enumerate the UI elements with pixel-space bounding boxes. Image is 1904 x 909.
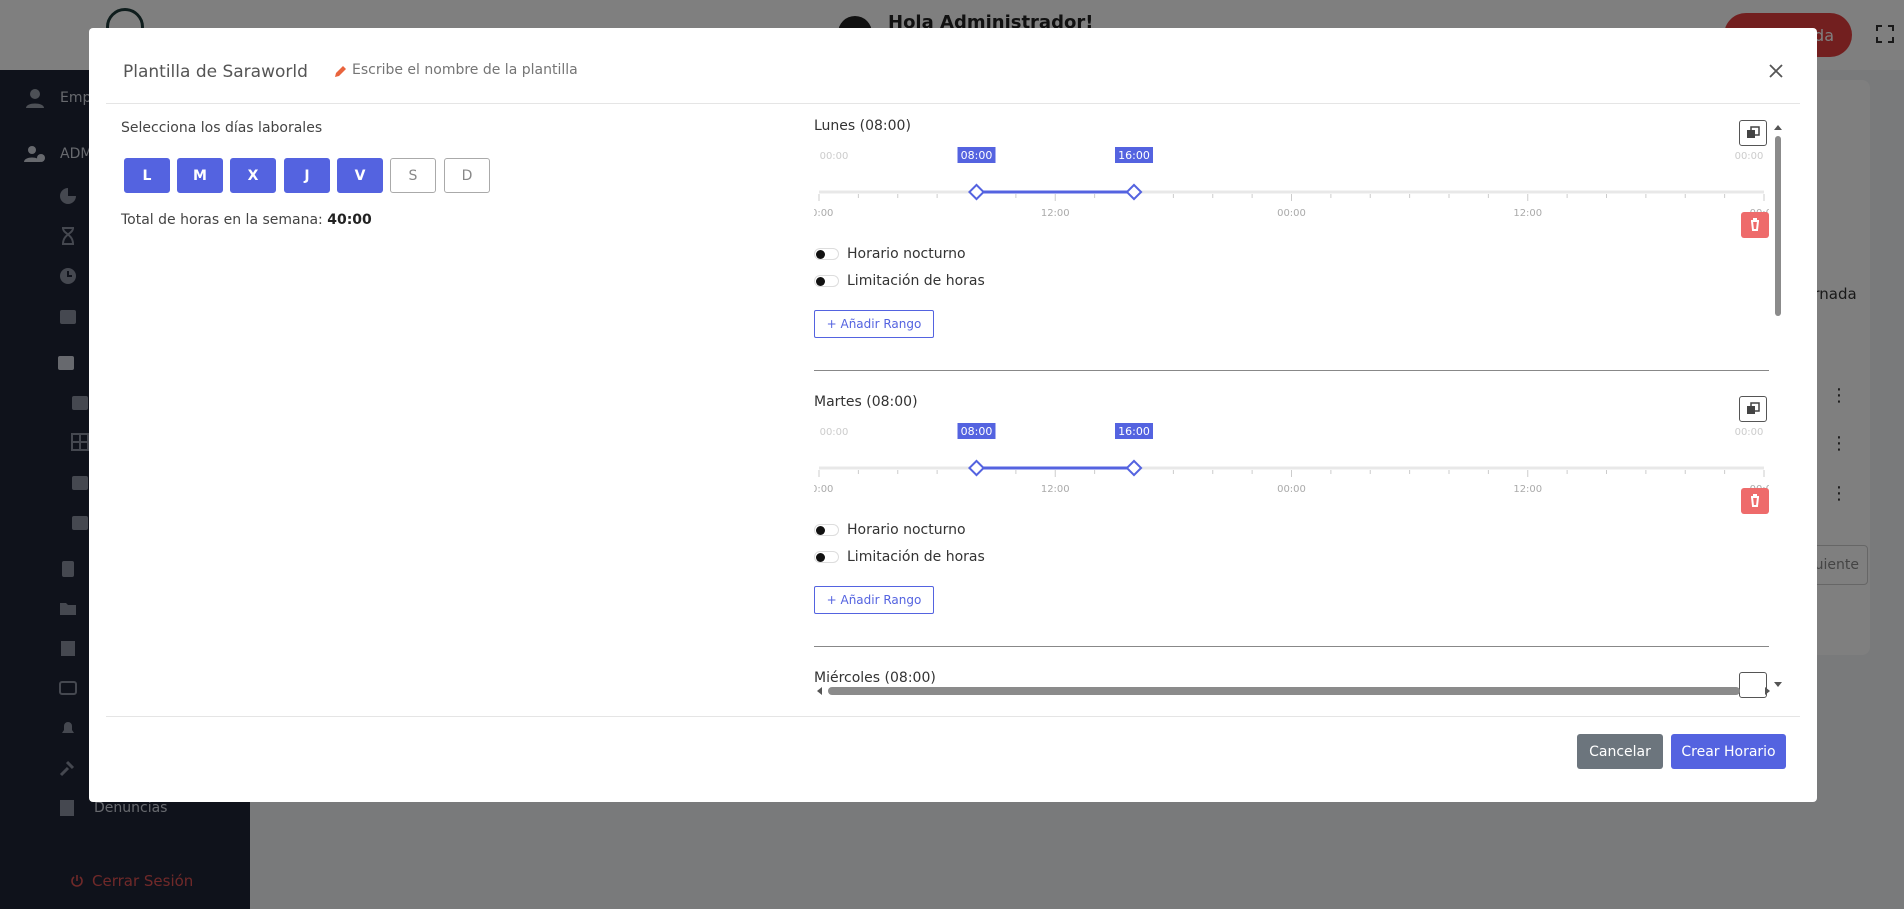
slider-end-handle[interactable] bbox=[1125, 183, 1143, 201]
slider-end-handle[interactable] bbox=[1125, 459, 1143, 477]
create-schedule-button[interactable]: Crear Horario bbox=[1671, 734, 1786, 769]
slider-start-handle[interactable] bbox=[968, 459, 985, 477]
slider-max-label: 00:00 bbox=[1735, 151, 1764, 162]
day-toggle-sunday[interactable]: D bbox=[444, 158, 490, 193]
add-range-button[interactable]: + Añadir Rango bbox=[814, 310, 934, 338]
header-divider bbox=[106, 103, 1800, 104]
slider-min-label: 00:00 bbox=[820, 427, 849, 438]
slider-min-label: 00:00 bbox=[820, 151, 849, 162]
slider-tick-label: 12:00 bbox=[1041, 484, 1070, 495]
slider-max-label: 00:00 bbox=[1735, 427, 1764, 438]
slider-tick-label: 00:00 bbox=[814, 208, 833, 219]
slider-end-handle-label: 16:00 bbox=[1118, 425, 1150, 438]
slider-tick-label: 00:00 bbox=[814, 484, 833, 495]
day-toggle-tuesday[interactable]: M bbox=[177, 158, 223, 193]
footer-divider bbox=[106, 716, 1800, 717]
copy-button[interactable] bbox=[1739, 120, 1767, 146]
section-divider bbox=[814, 370, 1769, 371]
day-schedule-monday: Lunes (08:00) 00:00 12:00 00:00 12:00 00:00 0… bbox=[814, 108, 1769, 384]
copy-icon bbox=[1747, 402, 1760, 414]
template-modal: Plantilla de Saraworld Selecciona los dí… bbox=[89, 28, 1817, 802]
time-range-slider[interactable]: 00:0012:0000:0012:0000:0000:0000:0008:00… bbox=[814, 144, 1769, 224]
day-schedule-list[interactable]: Lunes (08:00) 00:00 12:00 00:00 12:00 00:00 0… bbox=[814, 108, 1774, 700]
day-schedule-title: Lunes (08:00) bbox=[814, 118, 911, 134]
close-icon[interactable] bbox=[1767, 62, 1785, 80]
day-toggle-monday[interactable]: L bbox=[124, 158, 170, 193]
night-schedule-toggle[interactable]: Horario nocturno bbox=[814, 246, 966, 262]
trash-icon bbox=[1751, 218, 1759, 231]
day-schedule-tuesday: Martes (08:00) 00:00 12:00 00:00 12:00 00:00… bbox=[814, 384, 1769, 660]
slider-start-handle[interactable] bbox=[968, 183, 985, 201]
weekly-total-value: 40:00 bbox=[327, 212, 372, 228]
pencil-icon bbox=[335, 66, 346, 77]
add-range-button[interactable]: + Añadir Rango bbox=[814, 586, 934, 614]
vertical-scrollbar[interactable] bbox=[1773, 124, 1783, 690]
toggle-switch[interactable] bbox=[814, 248, 839, 260]
delete-range-button[interactable] bbox=[1741, 212, 1769, 238]
trash-icon bbox=[1751, 494, 1759, 507]
day-toggle-wednesday[interactable]: X bbox=[230, 158, 276, 193]
slider-start-handle-label: 08:00 bbox=[961, 149, 993, 162]
weekly-total-label: Total de horas en la semana: bbox=[121, 212, 323, 228]
toggle-switch[interactable] bbox=[814, 524, 839, 536]
day-toggle-friday[interactable]: V bbox=[337, 158, 383, 193]
slider-tick-label: 00:00 bbox=[1277, 484, 1306, 495]
toggle-switch[interactable] bbox=[814, 551, 839, 563]
hours-limit-toggle[interactable]: Limitación de horas bbox=[814, 273, 985, 289]
slider-tick-label: 12:00 bbox=[1041, 208, 1070, 219]
delete-range-button[interactable] bbox=[1741, 488, 1769, 514]
cancel-button[interactable]: Cancelar bbox=[1577, 734, 1663, 769]
hours-limit-toggle[interactable]: Limitación de horas bbox=[814, 549, 985, 565]
toggle-switch[interactable] bbox=[814, 275, 839, 287]
toggle-label: Limitación de horas bbox=[847, 273, 985, 289]
day-toggle-saturday[interactable]: S bbox=[390, 158, 436, 193]
copy-icon bbox=[1747, 126, 1760, 138]
copy-button[interactable] bbox=[1739, 396, 1767, 422]
slider-tick-label: 12:00 bbox=[1513, 208, 1542, 219]
toggle-label: Horario nocturno bbox=[847, 246, 966, 262]
day-schedule-title: Martes (08:00) bbox=[814, 394, 918, 410]
time-range-slider[interactable]: 00:0012:0000:0012:0000:0000:0000:0008:00… bbox=[814, 420, 1769, 500]
slider-start-handle-label: 08:00 bbox=[961, 425, 993, 438]
toggle-label: Limitación de horas bbox=[847, 549, 985, 565]
horizontal-scrollbar[interactable] bbox=[814, 684, 1774, 698]
modal-title: Plantilla de Saraworld bbox=[123, 62, 308, 82]
workdays-label: Selecciona los días laborales bbox=[121, 120, 323, 136]
section-divider bbox=[814, 646, 1769, 647]
template-name-input[interactable] bbox=[352, 62, 612, 78]
night-schedule-toggle[interactable]: Horario nocturno bbox=[814, 522, 966, 538]
slider-tick-label: 00:00 bbox=[1277, 208, 1306, 219]
day-toggle-thursday[interactable]: J bbox=[284, 158, 330, 193]
toggle-label: Horario nocturno bbox=[847, 522, 966, 538]
slider-tick-label: 12:00 bbox=[1513, 484, 1542, 495]
weekly-total: Total de horas en la semana: 40:00 bbox=[121, 212, 372, 228]
slider-end-handle-label: 16:00 bbox=[1118, 149, 1150, 162]
